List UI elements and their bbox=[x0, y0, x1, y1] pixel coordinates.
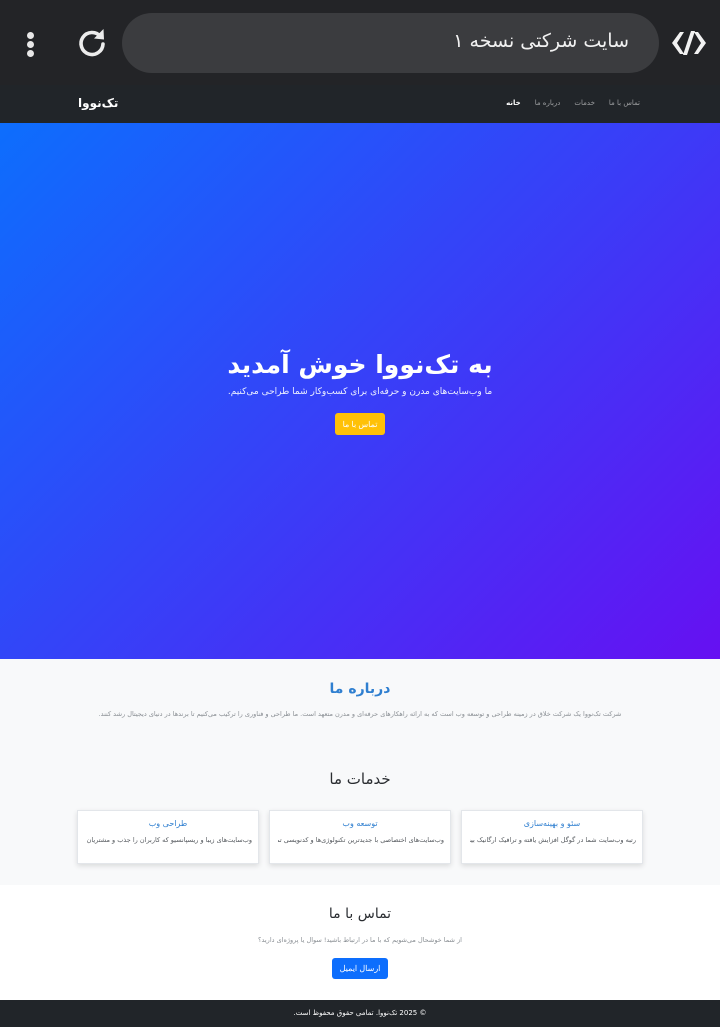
about-title: درباره ما bbox=[329, 681, 391, 697]
nav-link-about[interactable]: درباره ما bbox=[535, 99, 561, 107]
about-section: درباره ما شرکت تک‌نووا یک شرکت خلاق در ز… bbox=[0, 659, 720, 885]
service-card-web-development: توسعه وب وب‌سایت‌های اختصاصی با جدیدترین… bbox=[269, 810, 451, 864]
hero-title: به تک‌نووا خوش آمدید bbox=[227, 350, 493, 379]
site-navbar: تک‌نووا خانه درباره ما خدمات تماس با ما bbox=[0, 85, 720, 123]
code-brackets-icon bbox=[670, 28, 708, 58]
browser-toolbar: سایت شرکتی نسخه ۱ bbox=[0, 0, 720, 85]
about-text: شرکت تک‌نووا یک شرکت خلاق در زمینه طراحی… bbox=[98, 710, 622, 718]
service-card-text: رتبه وب‌سایت شما در گوگل افزایش یافته و … bbox=[470, 836, 636, 844]
services-title: خدمات ما bbox=[329, 770, 391, 788]
service-card-title: سئو و بهینه‌سازی bbox=[523, 819, 581, 828]
page-root: سایت شرکتی نسخه ۱ تک‌نووا خانه درباره ما… bbox=[0, 0, 720, 1027]
service-card-title: طراحی وب bbox=[148, 819, 188, 828]
tab-title: سایت شرکتی نسخه ۱ bbox=[453, 30, 629, 52]
hero-section: به تک‌نووا خوش آمدید ما وب‌سایت‌های مدرن… bbox=[0, 123, 720, 659]
reload-icon[interactable] bbox=[76, 26, 108, 60]
contact-cta-button[interactable]: تماس با ما bbox=[335, 413, 385, 435]
nav-link-home[interactable]: خانه bbox=[506, 99, 521, 107]
address-bar[interactable]: سایت شرکتی نسخه ۱ bbox=[122, 13, 659, 73]
more-vert-icon[interactable] bbox=[22, 30, 40, 58]
site-footer: © 2025 تک‌نووا. تمامی حقوق محفوظ است. bbox=[0, 1000, 720, 1027]
send-email-button[interactable]: ارسال ایمیل bbox=[332, 958, 388, 979]
service-card-text: وب‌سایت‌های اختصاصی با جدیدترین تکنولوژی… bbox=[278, 836, 444, 844]
contact-title: تماس با ما bbox=[328, 906, 392, 922]
contact-text: از شما خوشحال می‌شویم که با ما در ارتباط… bbox=[258, 936, 462, 944]
service-card-seo: سئو و بهینه‌سازی رتبه وب‌سایت شما در گوگ… bbox=[461, 810, 643, 864]
nav-link-contact[interactable]: تماس با ما bbox=[609, 99, 640, 107]
nav-link-services[interactable]: خدمات bbox=[574, 99, 594, 107]
service-card-title: توسعه وب bbox=[342, 819, 378, 828]
nav-links: خانه درباره ما خدمات تماس با ما bbox=[506, 99, 640, 107]
contact-section: تماس با ما از شما خوشحال می‌شویم که با م… bbox=[0, 885, 720, 1000]
hero-subtitle: ما وب‌سایت‌های مدرن و حرفه‌ای برای کسب‌و… bbox=[227, 387, 493, 397]
copyright-text: © 2025 تک‌نووا. تمامی حقوق محفوظ است. bbox=[293, 1009, 427, 1017]
brand-logo[interactable]: تک‌نووا bbox=[78, 96, 118, 110]
service-card-web-design: طراحی وب وب‌سایت‌های زیبا و ریسپانسیو که… bbox=[77, 810, 259, 864]
service-card-text: وب‌سایت‌های زیبا و ریسپانسیو که کاربران … bbox=[86, 836, 252, 844]
